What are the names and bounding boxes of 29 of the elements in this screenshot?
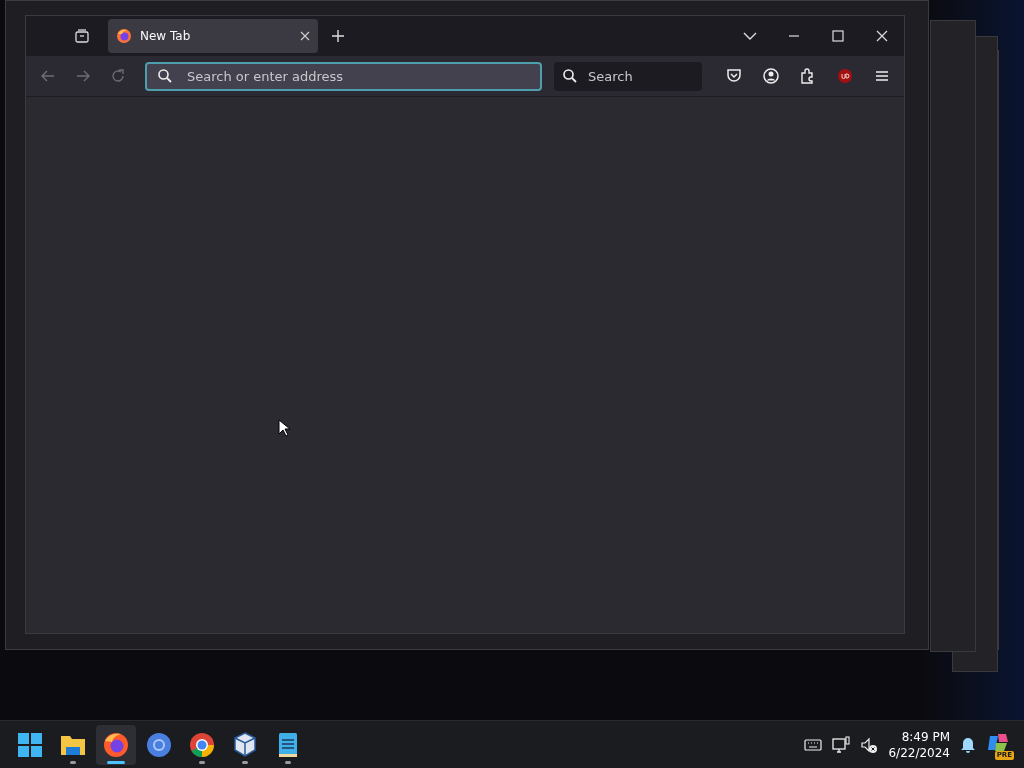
network-icon[interactable] (832, 736, 851, 754)
firefox-icon (116, 28, 132, 44)
browser-tab[interactable]: New Tab (108, 19, 318, 53)
chrome-icon (187, 730, 217, 760)
taskbar-app[interactable] (96, 725, 136, 765)
search-input[interactable]: Search (586, 67, 694, 85)
pocket-icon[interactable] (725, 67, 743, 85)
mouse-pointer-icon (278, 419, 290, 437)
address-input[interactable]: Search or enter address (185, 67, 530, 85)
search-icon (157, 68, 173, 84)
search-field[interactable]: Search (554, 61, 702, 91)
firefox-icon (101, 730, 131, 760)
clock-date: 6/22/2024 (888, 745, 950, 761)
clock-time: 8:49 PM (901, 729, 950, 745)
maximize-icon[interactable] (830, 28, 846, 44)
close-icon[interactable] (300, 31, 310, 41)
bell-icon[interactable] (960, 736, 976, 754)
account-icon[interactable] (762, 67, 780, 85)
address-bar[interactable]: Search or enter address (145, 61, 542, 91)
chromium-icon (144, 730, 174, 760)
close-icon[interactable] (874, 28, 890, 44)
search-icon (562, 68, 578, 84)
clock[interactable]: 8:49 PM 6/22/2024 (888, 729, 950, 761)
speaker-muted-icon[interactable] (860, 736, 879, 754)
windows-logo-icon (15, 730, 45, 760)
keyboard-icon[interactable] (804, 736, 823, 754)
shield-icon[interactable] (836, 67, 854, 85)
plus-icon[interactable] (331, 29, 345, 43)
tab-list-icon[interactable] (74, 28, 90, 44)
